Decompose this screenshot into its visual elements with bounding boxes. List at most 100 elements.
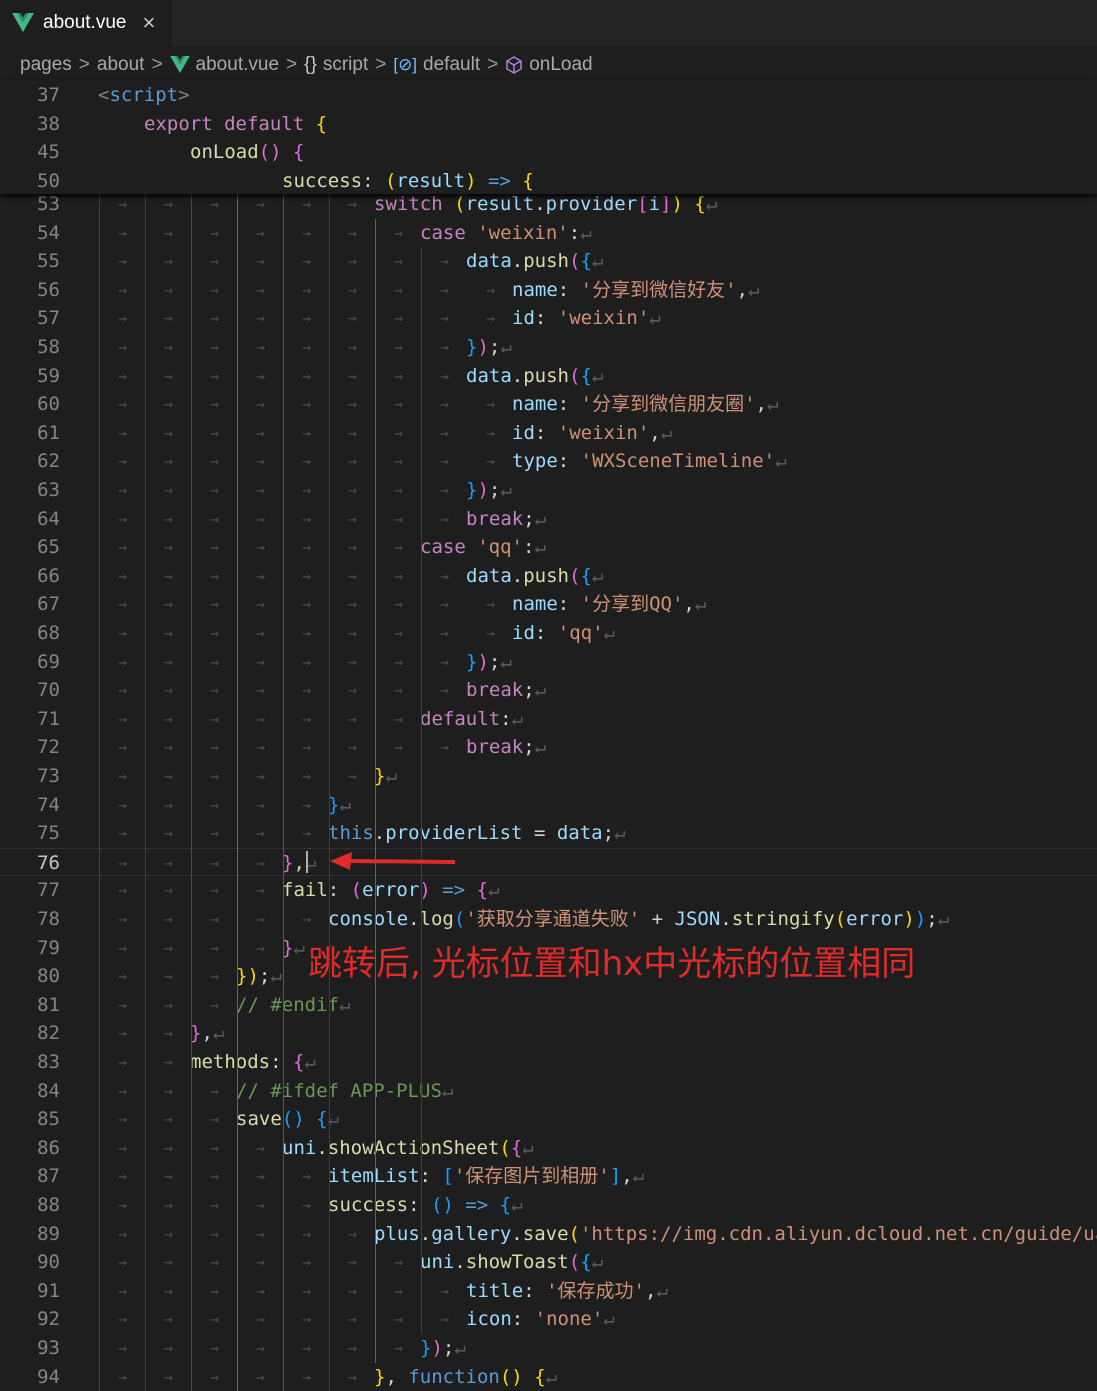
breadcrumb-item-pages[interactable]: pages — [20, 54, 72, 76]
code-line[interactable]: 88 success: () => {↵ → → → → → — [0, 1191, 1097, 1219]
breadcrumb-item-onload[interactable]: onLoad — [529, 54, 592, 76]
code-line[interactable]: 54 case 'weixin':↵ → → → → → → → — [0, 219, 1097, 247]
tab-arrow-marker: → — [440, 738, 450, 757]
code-line[interactable]: 85 save() {↵ → → → — [0, 1105, 1097, 1133]
code-line[interactable]: 60 name: '分享到微信朋友圈',↵ → → → → → → → → → — [0, 390, 1097, 418]
tab-arrow-marker: → — [348, 223, 358, 242]
tab-arrow-marker: → — [118, 767, 128, 785]
line-number: 77 — [37, 879, 60, 902]
code-line[interactable]: 68 id: 'qq'↵ → → → → → → → → → — [0, 619, 1097, 647]
code-line[interactable]: 63});↵ → → → → → → → → — [0, 476, 1097, 504]
code-line[interactable]: 38 export default { — [0, 110, 1097, 138]
code-text: name: '分享到微信朋友圈',↵ — [512, 390, 778, 418]
code-line[interactable]: 92 icon: 'none'↵ → → → → → → → → — [0, 1305, 1097, 1333]
tab-arrow-marker: → — [164, 681, 174, 700]
line-number: 64 — [37, 507, 60, 530]
code-line[interactable]: 56 name: '分享到微信好友',↵ → → → → → → → → → — [0, 276, 1097, 304]
code-line[interactable]: 90 uni.showToast({↵ → → → → → → → — [0, 1248, 1097, 1276]
code-line[interactable]: 77 fail: (error) => {↵ → → → → — [0, 876, 1097, 904]
variable-icon: [⊘] — [393, 55, 418, 74]
code-token: , — [736, 278, 748, 301]
code-line[interactable]: 73}↵ → → → → → → — [0, 762, 1097, 790]
line-number: 76 — [37, 851, 60, 874]
code-line[interactable]: 91 title: '保存成功',↵ → → → → → → → → — [0, 1277, 1097, 1305]
code-line[interactable]: 61 id: 'weixin',↵ → → → → → → → → → — [0, 419, 1097, 447]
code-line[interactable]: 62 type: 'WXSceneTimeline'↵ → → → → → → → → → — [0, 447, 1097, 475]
code-line[interactable]: 87 itemList: ['保存图片到相册'],↵ → → → → → — [0, 1162, 1097, 1190]
vue-icon — [12, 13, 34, 33]
code-token: error — [362, 879, 420, 902]
code-text: <script> — [98, 81, 190, 109]
code-line[interactable]: 94}, function() {↵ → → → → → → — [0, 1363, 1097, 1391]
code-line[interactable]: 74}↵ → → → → → — [0, 791, 1097, 819]
tab-arrow-marker: → — [256, 309, 266, 328]
close-icon[interactable]: × — [142, 10, 155, 36]
tab-arrow-marker: → — [164, 995, 174, 1014]
code-token: { — [510, 1136, 523, 1159]
line-break-marker: ↵ — [775, 450, 787, 473]
code-token: providerList — [385, 822, 523, 845]
tab-arrow-marker: → — [440, 395, 450, 414]
code-token: . — [511, 250, 524, 273]
tab-arrow-marker: → — [302, 1167, 312, 1186]
code-line[interactable]: 50 success: (result) => { — [0, 167, 1097, 195]
code-line[interactable]: 65 case 'qq':↵ → → → → → → → — [0, 533, 1097, 561]
line-number: 92 — [37, 1308, 60, 1331]
code-token: { — [580, 1251, 592, 1274]
tab-arrow-marker: → — [394, 681, 404, 700]
code-token: ) — [477, 479, 489, 501]
line-number: 82 — [37, 1022, 60, 1045]
code-line[interactable]: 67 name: '分享到QQ',↵ → → → → → → → → → — [0, 590, 1097, 618]
tab-arrow-marker: → — [348, 509, 358, 528]
code-line[interactable]: 89 plus.gallery.save('https://img.cdn.ali… — [0, 1220, 1097, 1248]
code-line[interactable]: 57 id: 'weixin'↵ → → → → → → → → → — [0, 304, 1097, 332]
line-break-marker: ↵ — [534, 679, 547, 702]
breadcrumb-item-script[interactable]: script — [323, 54, 368, 76]
tab-about-vue[interactable]: about.vue × — [0, 0, 172, 46]
code-line[interactable]: 81 // #endif↵ → → → — [0, 991, 1097, 1019]
code-line[interactable]: 37 <script> — [0, 81, 1097, 109]
code-line[interactable]: 66 data.push({↵ → → → → → → → → — [0, 562, 1097, 590]
code-line[interactable]: 72 break;↵ → → → → → → → → — [0, 733, 1097, 761]
tab-arrow-marker: → — [210, 681, 220, 700]
tab-arrow-marker: → — [348, 681, 358, 700]
tab-arrow-marker: → — [302, 481, 312, 499]
tab-arrow-marker: → — [164, 795, 174, 814]
code-line[interactable]: 84 // #ifdef APP-PLUS↵ → → → — [0, 1077, 1097, 1105]
code-line[interactable]: 70 break;↵ → → → → → → → → — [0, 676, 1097, 704]
code-token: < — [98, 84, 110, 106]
breadcrumb-item-default[interactable]: default — [423, 54, 480, 76]
line-number: 38 — [37, 112, 60, 135]
code-line[interactable]: 55 data.push({↵ → → → → → → → → — [0, 247, 1097, 275]
code-line[interactable]: 71 default:↵ → → → → → → → — [0, 705, 1097, 733]
tab-arrow-marker: → — [164, 652, 174, 671]
breadcrumb-separator: > — [151, 54, 163, 75]
code-text: });↵ — [466, 476, 512, 504]
tab-arrow-marker: → — [440, 452, 450, 471]
line-number: 74 — [37, 793, 60, 816]
code-line[interactable]: 69});↵ → → → → → → → → — [0, 648, 1097, 676]
line-break-marker: ↵ — [748, 278, 760, 301]
code-line[interactable]: 83 methods: {↵ → → — [0, 1048, 1097, 1076]
code-line[interactable]: 76},↵ → → → → — [0, 847, 1097, 876]
code-line[interactable]: 82},↵ → → — [0, 1019, 1097, 1047]
code-line[interactable]: 59 data.push({↵ → → → → → → → → — [0, 362, 1097, 390]
breadcrumb-item-file[interactable]: about.vue — [196, 54, 279, 76]
code-line[interactable]: 93});↵ → → → → → → → — [0, 1334, 1097, 1362]
tab-arrow-marker: → — [348, 1224, 358, 1243]
tab-arrow-marker: → — [164, 1367, 174, 1386]
tab-arrow-marker: → — [210, 1196, 220, 1214]
tab-arrow-marker: → — [348, 338, 358, 356]
code-line[interactable]: 78 console.log('获取分享通道失败' + JSON.stringif… — [0, 905, 1097, 933]
code-line[interactable]: 86 uni.showActionSheet({↵ → → → → — [0, 1134, 1097, 1162]
code-line[interactable]: 58});↵ → → → → → → → → — [0, 333, 1097, 361]
code-line[interactable]: 64 break;↵ → → → → → → → → — [0, 505, 1097, 533]
code-line[interactable]: 75 this.providerList = data;↵ → → → → → — [0, 819, 1097, 847]
code-line[interactable]: 45 onLoad() { — [0, 138, 1097, 166]
breadcrumb-item-about[interactable]: about — [97, 54, 145, 76]
tab-arrow-marker: → — [164, 938, 174, 957]
tab-arrow-marker: → — [394, 566, 404, 585]
tab-arrow-marker: → — [394, 1339, 404, 1357]
tab-arrow-marker: → — [440, 338, 450, 356]
